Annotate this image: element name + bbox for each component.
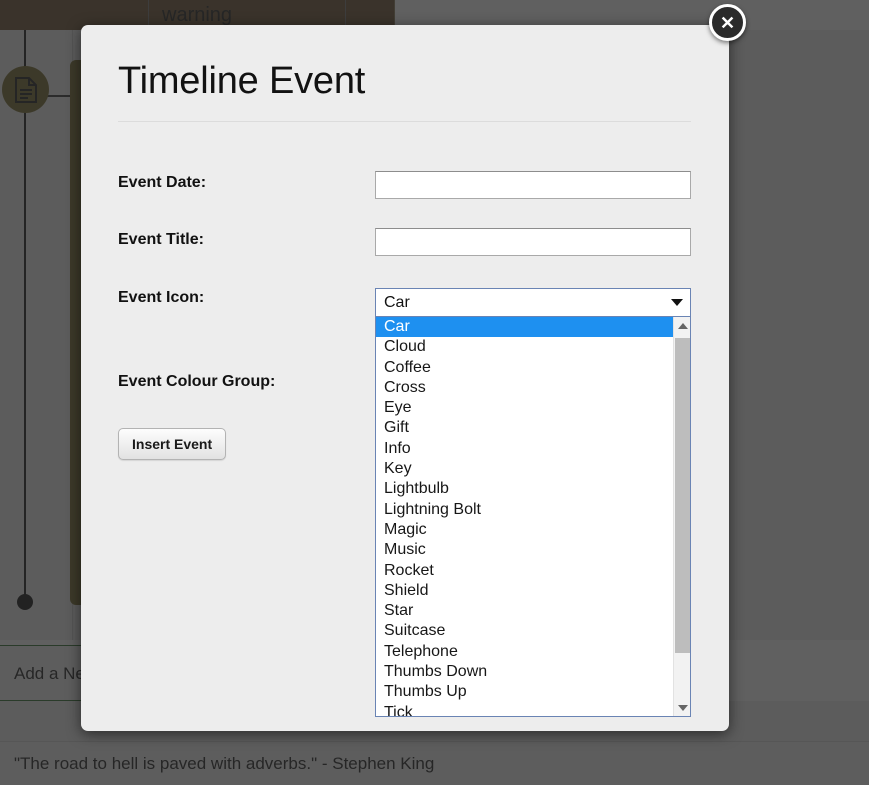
listbox-option[interactable]: Suitcase <box>376 621 673 641</box>
listbox-option[interactable]: Lightbulb <box>376 479 673 499</box>
listbox-option[interactable]: Cross <box>376 378 673 398</box>
listbox-option[interactable]: Coffee <box>376 358 673 378</box>
option-scroll-area[interactable]: CarCloudCoffeeCrossEyeGiftInfoKeyLightbu… <box>376 317 673 716</box>
listbox-option[interactable]: Info <box>376 439 673 459</box>
listbox-option[interactable]: Key <box>376 459 673 479</box>
listbox-option[interactable]: Cloud <box>376 337 673 357</box>
listbox-option[interactable]: Car <box>376 317 673 337</box>
event-icon-selected-value: Car <box>376 294 664 312</box>
close-icon-glyph: ✕ <box>720 14 735 32</box>
event-title-label: Event Title: <box>118 231 204 249</box>
listbox-option[interactable]: Music <box>376 540 673 560</box>
listbox-option[interactable]: Magic <box>376 520 673 540</box>
event-colour-group-label: Event Colour Group: <box>118 373 275 391</box>
event-icon-option-list[interactable]: CarCloudCoffeeCrossEyeGiftInfoKeyLightbu… <box>375 317 691 717</box>
listbox-option[interactable]: Thumbs Up <box>376 682 673 702</box>
title-divider <box>118 121 691 122</box>
listbox-scrollbar[interactable] <box>673 317 690 716</box>
scrollbar-thumb[interactable] <box>675 338 690 653</box>
listbox-option[interactable]: Shield <box>376 581 673 601</box>
insert-event-button[interactable]: Insert Event <box>118 428 226 460</box>
listbox-option[interactable]: Thumbs Down <box>376 662 673 682</box>
listbox-option[interactable]: Telephone <box>376 642 673 662</box>
event-title-input[interactable] <box>375 228 691 256</box>
event-date-input[interactable] <box>375 171 691 199</box>
page-title: Timeline Event <box>118 60 365 103</box>
listbox-option[interactable]: Star <box>376 601 673 621</box>
scroll-down-icon[interactable] <box>674 699 691 716</box>
timeline-event-modal: Timeline Event Event Date: Event Title: … <box>81 25 729 731</box>
listbox-option[interactable]: Rocket <box>376 561 673 581</box>
scroll-up-icon[interactable] <box>674 317 691 334</box>
chevron-down-icon <box>664 299 690 306</box>
event-date-label: Event Date: <box>118 174 206 192</box>
listbox-option[interactable]: Tick <box>376 703 673 716</box>
listbox-option[interactable]: Gift <box>376 418 673 438</box>
listbox-option[interactable]: Eye <box>376 398 673 418</box>
close-icon[interactable]: ✕ <box>709 4 746 41</box>
listbox-option[interactable]: Lightning Bolt <box>376 500 673 520</box>
event-icon-select[interactable]: Car <box>375 288 691 317</box>
event-icon-label: Event Icon: <box>118 289 204 307</box>
